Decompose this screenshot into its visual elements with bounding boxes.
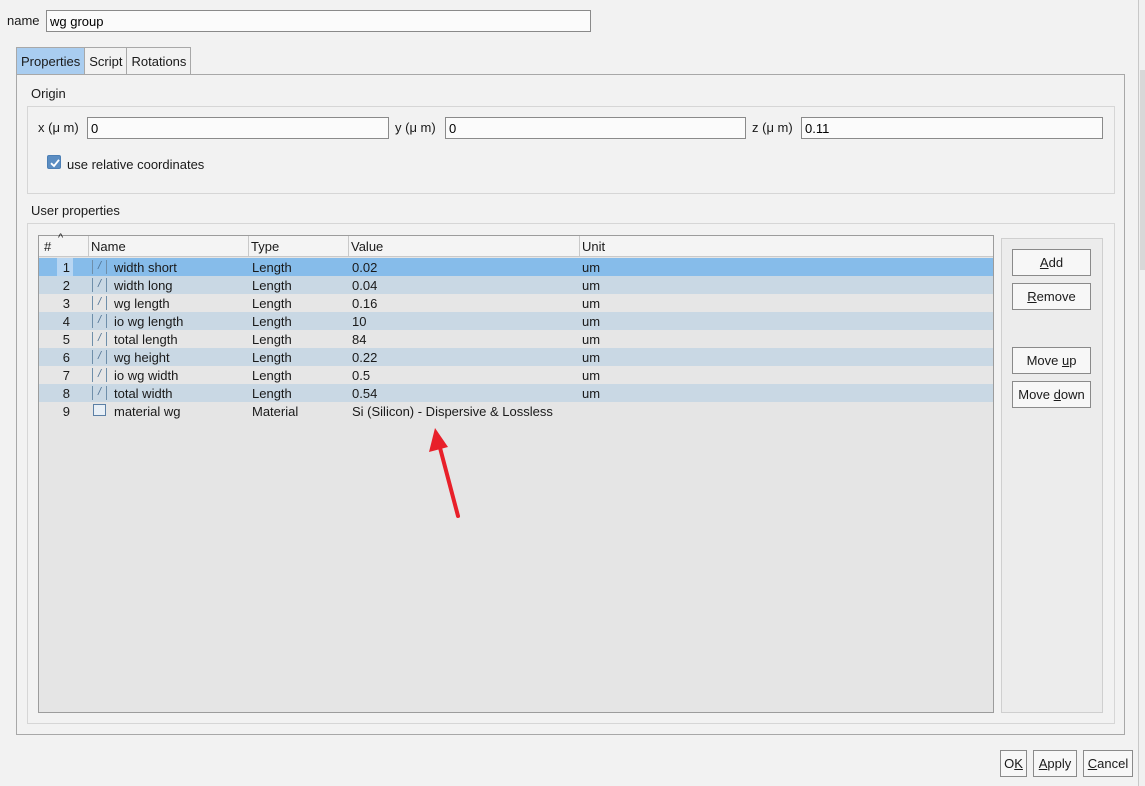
row-unit: um: [582, 296, 601, 311]
table-row[interactable]: 5 / total length Length 84 um: [39, 330, 993, 348]
table-row[interactable]: 8 / total width Length 0.54 um: [39, 384, 993, 402]
z-label: z (μ m): [752, 120, 793, 135]
row-value: 0.04: [352, 278, 378, 293]
column-header-name[interactable]: Name: [89, 236, 249, 257]
table-row[interactable]: 2 / width long Length 0.04 um: [39, 276, 993, 294]
length-icon: /: [92, 314, 107, 328]
annotation-arrow-icon: [429, 428, 460, 518]
row-name: width long: [114, 278, 173, 293]
row-type: Length: [252, 332, 292, 347]
row-unit: um: [582, 368, 601, 383]
row-name: material wg: [114, 404, 181, 419]
x-label: x (μ m): [38, 120, 79, 135]
column-header-value[interactable]: Value: [349, 236, 580, 257]
row-value: 84: [352, 332, 367, 347]
row-type: Length: [252, 260, 292, 275]
row-type: Length: [252, 386, 292, 401]
row-name: wg length: [114, 296, 170, 311]
length-icon: /: [92, 296, 107, 310]
column-header-number[interactable]: #: [39, 236, 89, 257]
row-number: 1: [62, 260, 70, 275]
row-value: 0.5: [352, 368, 371, 383]
row-type: Length: [252, 350, 292, 365]
column-header-type[interactable]: Type: [249, 236, 349, 257]
row-name: total width: [114, 386, 173, 401]
move-down-button[interactable]: Move down: [1012, 381, 1091, 408]
row-unit: um: [582, 332, 601, 347]
row-number: 5: [62, 332, 70, 347]
tab-bar: Properties Script Rotations: [16, 47, 192, 75]
row-value: Si (Silicon) - Dispersive & Lossless: [352, 404, 553, 419]
table-row[interactable]: 6 / wg height Length 0.22 um: [39, 348, 993, 366]
length-icon: /: [92, 368, 107, 382]
relative-coordinates-label: use relative coordinates: [67, 157, 205, 172]
length-icon: /: [92, 386, 107, 400]
cancel-button[interactable]: Cancel: [1083, 750, 1133, 777]
row-name: total length: [114, 332, 178, 347]
row-unit: um: [582, 314, 601, 329]
table-row[interactable]: 3 / wg length Length 0.16 um: [39, 294, 993, 312]
table-row[interactable]: 7 / io wg width Length 0.5 um: [39, 366, 993, 384]
row-value: 10: [352, 314, 367, 329]
length-icon: /: [92, 350, 107, 364]
row-unit: um: [582, 260, 601, 275]
length-icon: /: [92, 260, 107, 274]
origin-title: Origin: [31, 86, 66, 101]
row-number: 7: [62, 368, 70, 383]
name-label: name: [7, 13, 40, 28]
row-type: Length: [252, 314, 292, 329]
row-number: 8: [62, 386, 70, 401]
tab-rotations[interactable]: Rotations: [126, 47, 192, 75]
row-number: 4: [62, 314, 70, 329]
column-header-unit[interactable]: Unit: [580, 236, 993, 257]
length-icon: /: [92, 278, 107, 292]
user-properties-title: User properties: [31, 203, 120, 218]
add-button[interactable]: Add: [1012, 249, 1091, 276]
row-type: Length: [252, 296, 292, 311]
ok-button[interactable]: OK: [1000, 750, 1027, 777]
row-type: Length: [252, 278, 292, 293]
row-number: 2: [62, 278, 70, 293]
row-number: 9: [62, 404, 70, 419]
remove-button[interactable]: Remove: [1012, 283, 1091, 310]
row-name: wg height: [114, 350, 170, 365]
z-input[interactable]: [801, 117, 1103, 139]
row-number: 3: [62, 296, 70, 311]
row-name: io wg length: [114, 314, 184, 329]
row-unit: um: [582, 386, 601, 401]
row-value: 0.16: [352, 296, 378, 311]
row-type: Material: [252, 404, 299, 419]
row-value: 0.54: [352, 386, 378, 401]
row-unit: um: [582, 278, 601, 293]
tab-properties[interactable]: Properties: [16, 47, 86, 75]
table-row[interactable]: 4 / io wg length Length 10 um: [39, 312, 993, 330]
row-number: 6: [62, 350, 70, 365]
y-label: y (μ m): [395, 120, 436, 135]
y-input[interactable]: [445, 117, 746, 139]
length-icon: /: [92, 332, 107, 346]
apply-button[interactable]: Apply: [1033, 750, 1077, 777]
scrollbar-thumb[interactable]: [1140, 70, 1145, 270]
table-row[interactable]: 1 / width short Length 0.02 um: [39, 258, 993, 276]
row-value: 0.22: [352, 350, 378, 365]
material-icon: [93, 404, 106, 416]
row-name: width short: [114, 260, 177, 275]
name-input[interactable]: [46, 10, 591, 32]
sort-ascending-icon: ^: [58, 232, 64, 244]
row-type: Length: [252, 368, 292, 383]
tab-script[interactable]: Script: [84, 47, 128, 75]
row-value: 0.02: [352, 260, 378, 275]
move-up-button[interactable]: Move up: [1012, 347, 1091, 374]
row-name: io wg width: [114, 368, 179, 383]
row-unit: um: [582, 350, 601, 365]
checkmark-icon: [50, 159, 60, 168]
relative-coordinates-checkbox[interactable]: [47, 155, 61, 169]
table-row[interactable]: 9 material wg Material Si (Silicon) - Dispe…: [39, 402, 993, 420]
x-input[interactable]: [87, 117, 389, 139]
